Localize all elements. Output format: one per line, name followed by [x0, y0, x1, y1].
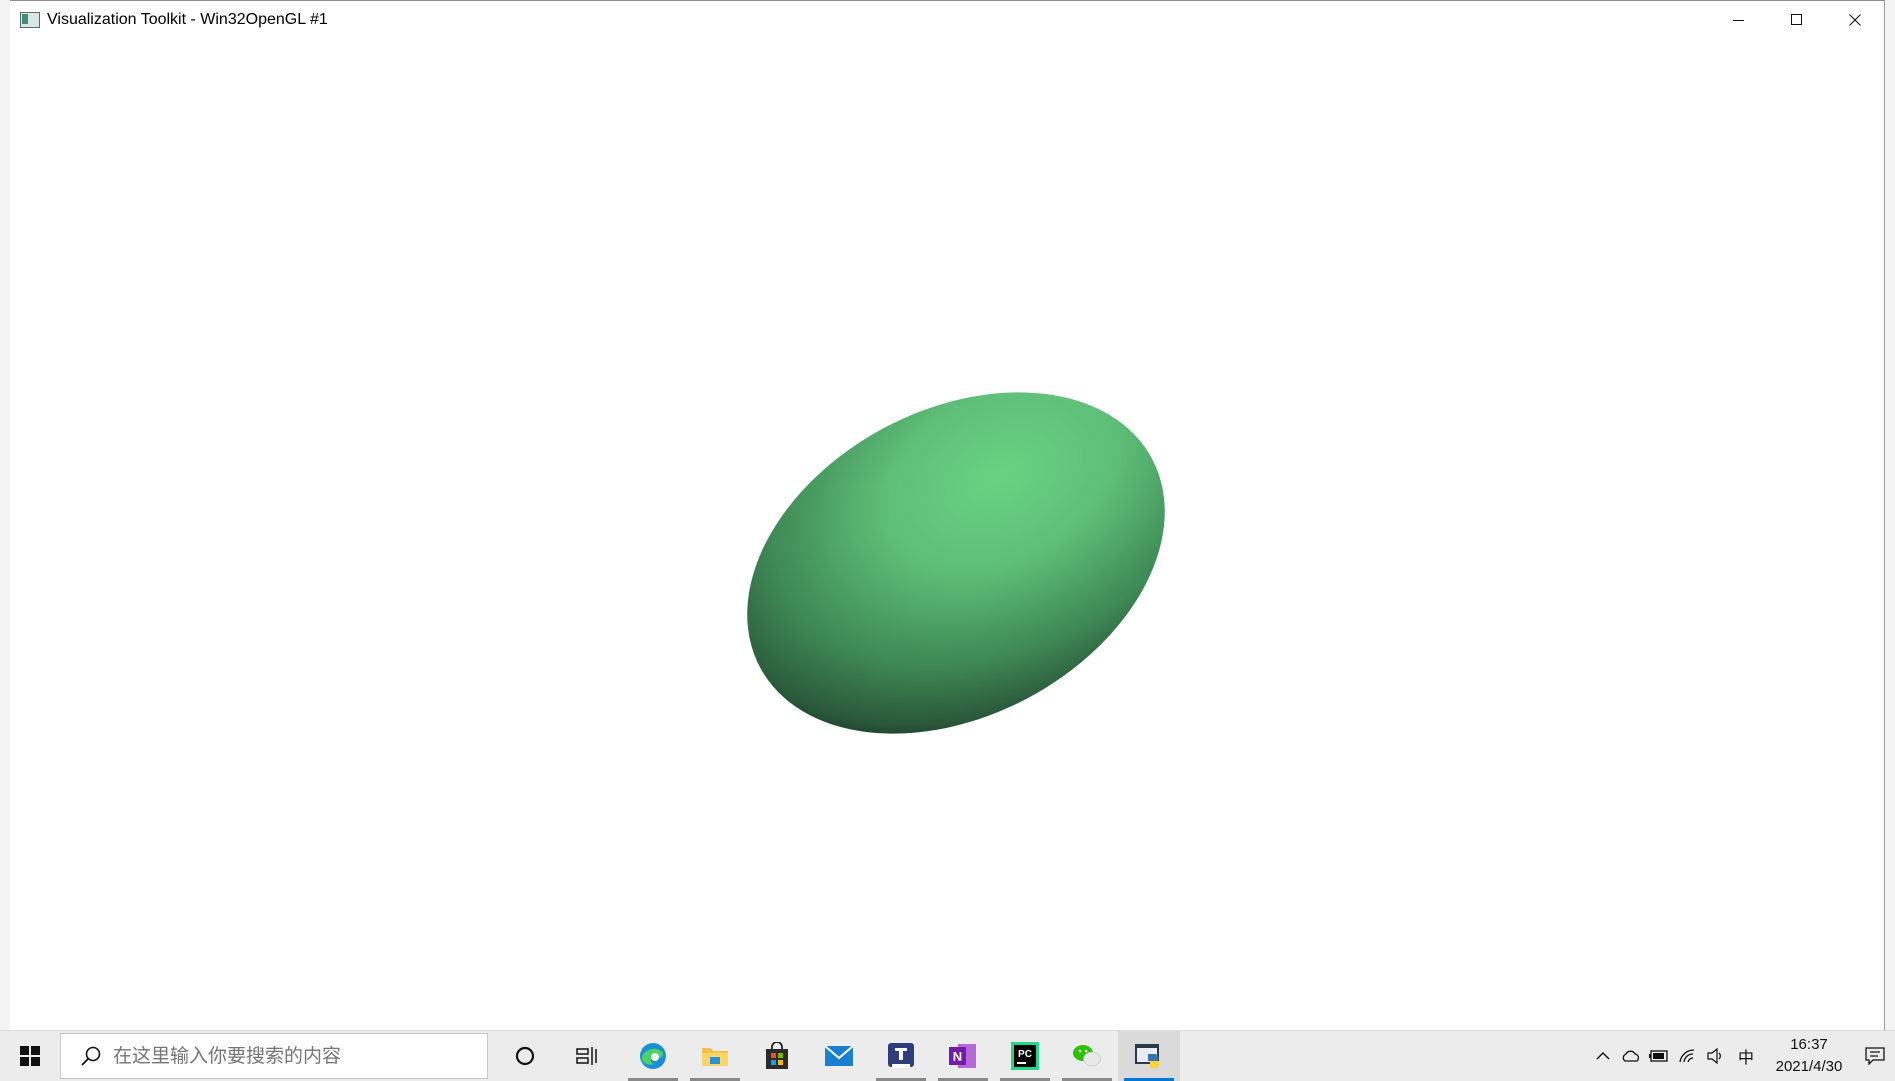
maximize-button[interactable]: [1768, 1, 1826, 39]
folder-icon: [702, 1048, 728, 1066]
action-center-button[interactable]: [1855, 1031, 1895, 1081]
task-view-button[interactable]: [556, 1031, 618, 1081]
task-view-icon: [576, 1047, 597, 1065]
taskbar-wechat[interactable]: [1056, 1031, 1118, 1081]
show-hidden-icons-button[interactable]: [1589, 1031, 1617, 1081]
close-button[interactable]: [1826, 1, 1884, 39]
wechat-icon: [1073, 1045, 1101, 1067]
wifi-icon: [1679, 1049, 1695, 1063]
taskbar-pycharm[interactable]: PC: [994, 1031, 1056, 1081]
svg-text:N: N: [953, 1049, 962, 1064]
cortana-ring-icon: [515, 1046, 535, 1066]
maximize-icon: [1791, 14, 1802, 25]
windows-logo-icon: [20, 1046, 40, 1066]
minimize-button[interactable]: [1710, 1, 1768, 39]
taskbar-edge[interactable]: [622, 1031, 684, 1081]
notification-icon: [1865, 1047, 1885, 1065]
ellipsoid-render[interactable]: [10, 39, 1884, 1031]
chevron-up-icon: [1596, 1052, 1610, 1060]
search-input[interactable]: [111, 1044, 455, 1068]
system-tray: 中 16:37 2021/4/30: [1589, 1031, 1895, 1081]
ime-indicator[interactable]: 中: [1729, 1031, 1763, 1081]
taskbar-python-vtk[interactable]: [1118, 1031, 1180, 1081]
start-button[interactable]: [0, 1031, 60, 1081]
taskbar-typora[interactable]: [870, 1031, 932, 1081]
clock[interactable]: 16:37 2021/4/30: [1763, 1034, 1855, 1078]
pycharm-icon: PC: [1011, 1042, 1039, 1070]
svg-text:PC: PC: [1018, 1049, 1032, 1060]
vtk-render-window[interactable]: Visualization Toolkit - Win32OpenGL #1: [10, 0, 1884, 1031]
close-icon: [1849, 14, 1861, 26]
battery-icon: [1649, 1050, 1668, 1062]
search-icon: [71, 1045, 111, 1067]
mail-icon: [824, 1045, 854, 1066]
taskbar-mail[interactable]: [808, 1031, 870, 1081]
cortana-button[interactable]: [494, 1031, 556, 1081]
vtk-app-icon[interactable]: [20, 12, 40, 28]
taskbar-search-box[interactable]: [60, 1033, 488, 1079]
onedrive-button[interactable]: [1617, 1031, 1645, 1081]
desktop-edge-right: [1884, 0, 1895, 1030]
cloud-icon: [1622, 1050, 1640, 1062]
ellipsoid-shape: [747, 392, 1165, 734]
battery-button[interactable]: [1645, 1031, 1673, 1081]
python-icon: [1135, 1044, 1159, 1068]
windows-taskbar: N PC: [0, 1030, 1895, 1081]
window-controls: [1710, 1, 1884, 39]
volume-button[interactable]: [1701, 1031, 1729, 1081]
minimize-icon: [1733, 20, 1744, 21]
clock-date: 2021/4/30: [1775, 1058, 1843, 1075]
clock-time: 16:37: [1790, 1036, 1828, 1053]
network-button[interactable]: [1673, 1031, 1701, 1081]
taskbar-file-explorer[interactable]: [684, 1031, 746, 1081]
onenote-icon: N: [949, 1044, 976, 1068]
edge-icon: [640, 1043, 666, 1069]
window-title: Visualization Toolkit - Win32OpenGL #1: [47, 11, 328, 28]
store-bag-icon: [766, 1042, 788, 1069]
taskbar-onenote[interactable]: N: [932, 1031, 994, 1081]
render-viewport[interactable]: [10, 39, 1884, 1031]
title-bar[interactable]: Visualization Toolkit - Win32OpenGL #1: [10, 1, 1884, 39]
taskbar-store[interactable]: [746, 1031, 808, 1081]
typora-icon: [888, 1043, 914, 1068]
speaker-icon: [1707, 1048, 1721, 1064]
